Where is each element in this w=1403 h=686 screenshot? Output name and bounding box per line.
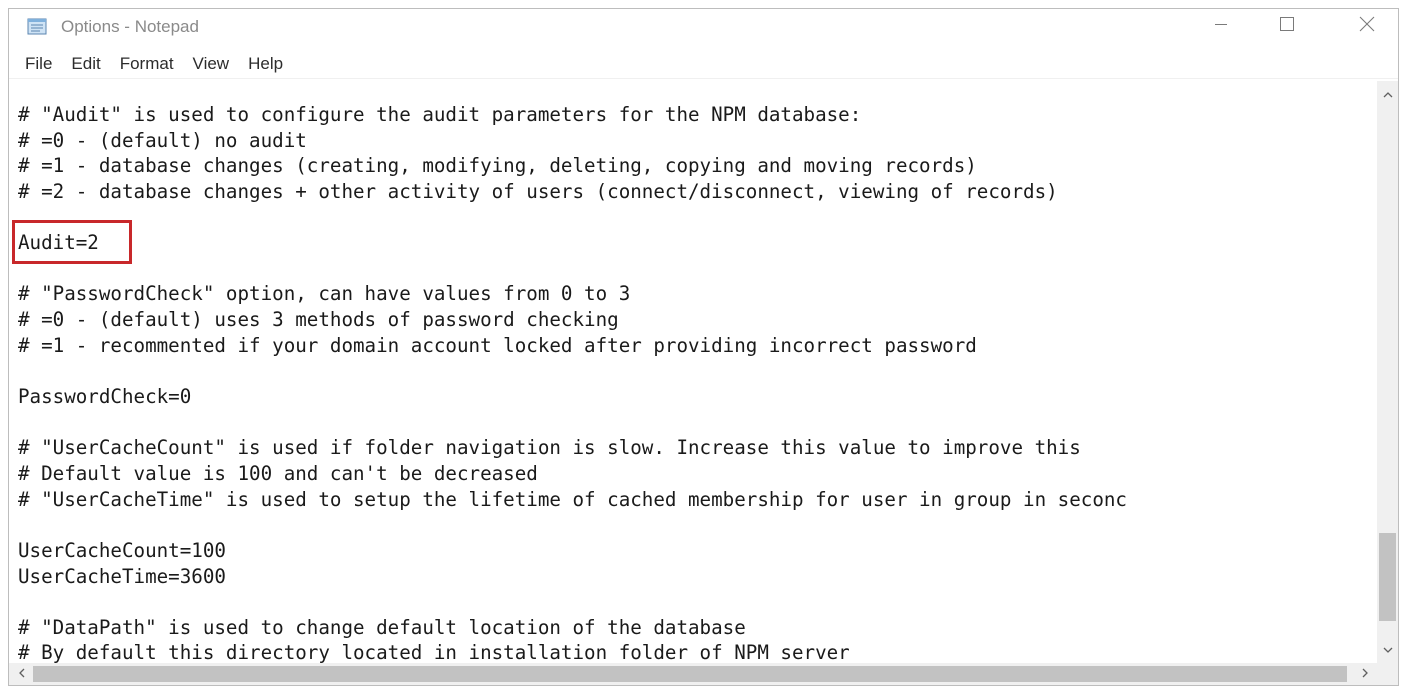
notepad-window: Options - Notepad File Edit Format View … [8, 8, 1399, 686]
text-line[interactable]: # =0 - (default) no audit [18, 128, 1127, 154]
scroll-up-button[interactable] [1377, 85, 1398, 103]
window-title: Options - Notepad [61, 17, 199, 36]
chevron-left-icon [18, 665, 25, 683]
menu-bar: File Edit Format View Help [9, 49, 1398, 79]
chevron-up-icon [1383, 85, 1393, 103]
text-line[interactable]: # By default this directory located in i… [18, 640, 1127, 663]
close-icon [1359, 16, 1375, 37]
maximize-button[interactable] [1260, 9, 1314, 43]
text-line[interactable] [18, 589, 1127, 615]
scroll-right-button[interactable] [1356, 663, 1374, 685]
minimize-icon [1214, 17, 1228, 36]
text-line[interactable]: UserCacheTime=3600 [18, 564, 1127, 590]
text-line[interactable] [18, 512, 1127, 538]
audit-setting-highlight [12, 220, 132, 264]
chevron-down-icon [1383, 641, 1393, 659]
text-line[interactable]: # =0 - (default) uses 3 methods of passw… [18, 307, 1127, 333]
text-line[interactable]: # "Audit" is used to configure the audit… [18, 102, 1127, 128]
scrollbar-corner [1377, 663, 1398, 685]
menu-file[interactable]: File [22, 52, 60, 76]
notepad-icon [26, 17, 48, 35]
text-line[interactable]: UserCacheCount=100 [18, 538, 1127, 564]
menu-format[interactable]: Format [117, 52, 182, 76]
scroll-left-button[interactable] [12, 663, 30, 685]
text-line[interactable]: # "UserCacheTime" is used to setup the l… [18, 487, 1127, 513]
text-line[interactable] [18, 410, 1127, 436]
minimize-button[interactable] [1194, 9, 1248, 43]
close-button[interactable] [1340, 9, 1394, 43]
text-line[interactable]: # "PasswordCheck" option, can have value… [18, 281, 1127, 307]
text-editor[interactable]: # "Audit" is used to configure the audit… [9, 81, 1379, 663]
menu-edit[interactable]: Edit [68, 52, 108, 76]
vertical-scrollbar[interactable] [1377, 81, 1398, 663]
menu-help[interactable]: Help [245, 52, 291, 76]
text-line[interactable]: # =1 - recommented if your domain accoun… [18, 333, 1127, 359]
text-line[interactable]: Audit=2 [18, 230, 1127, 256]
text-line[interactable]: # "DataPath" is used to change default l… [18, 615, 1127, 641]
chevron-right-icon [1362, 665, 1369, 683]
text-line[interactable]: PasswordCheck=0 [18, 384, 1127, 410]
editor-text[interactable]: # "Audit" is used to configure the audit… [18, 102, 1127, 663]
text-line[interactable] [18, 256, 1127, 282]
horizontal-scrollbar[interactable] [9, 663, 1377, 685]
text-line[interactable] [18, 358, 1127, 384]
text-line[interactable]: # "UserCacheCount" is used if folder nav… [18, 435, 1127, 461]
text-line[interactable]: # =2 - database changes + other activity… [18, 179, 1127, 205]
title-bar[interactable]: Options - Notepad [9, 9, 1398, 45]
scroll-down-button[interactable] [1377, 641, 1398, 659]
horizontal-scroll-thumb[interactable] [33, 666, 1347, 682]
text-line[interactable]: # Default value is 100 and can't be decr… [18, 461, 1127, 487]
text-line[interactable]: # =1 - database changes (creating, modif… [18, 153, 1127, 179]
text-line[interactable] [18, 205, 1127, 231]
maximize-icon [1279, 16, 1295, 37]
menu-view[interactable]: View [190, 52, 238, 76]
vertical-scroll-thumb[interactable] [1379, 533, 1396, 621]
